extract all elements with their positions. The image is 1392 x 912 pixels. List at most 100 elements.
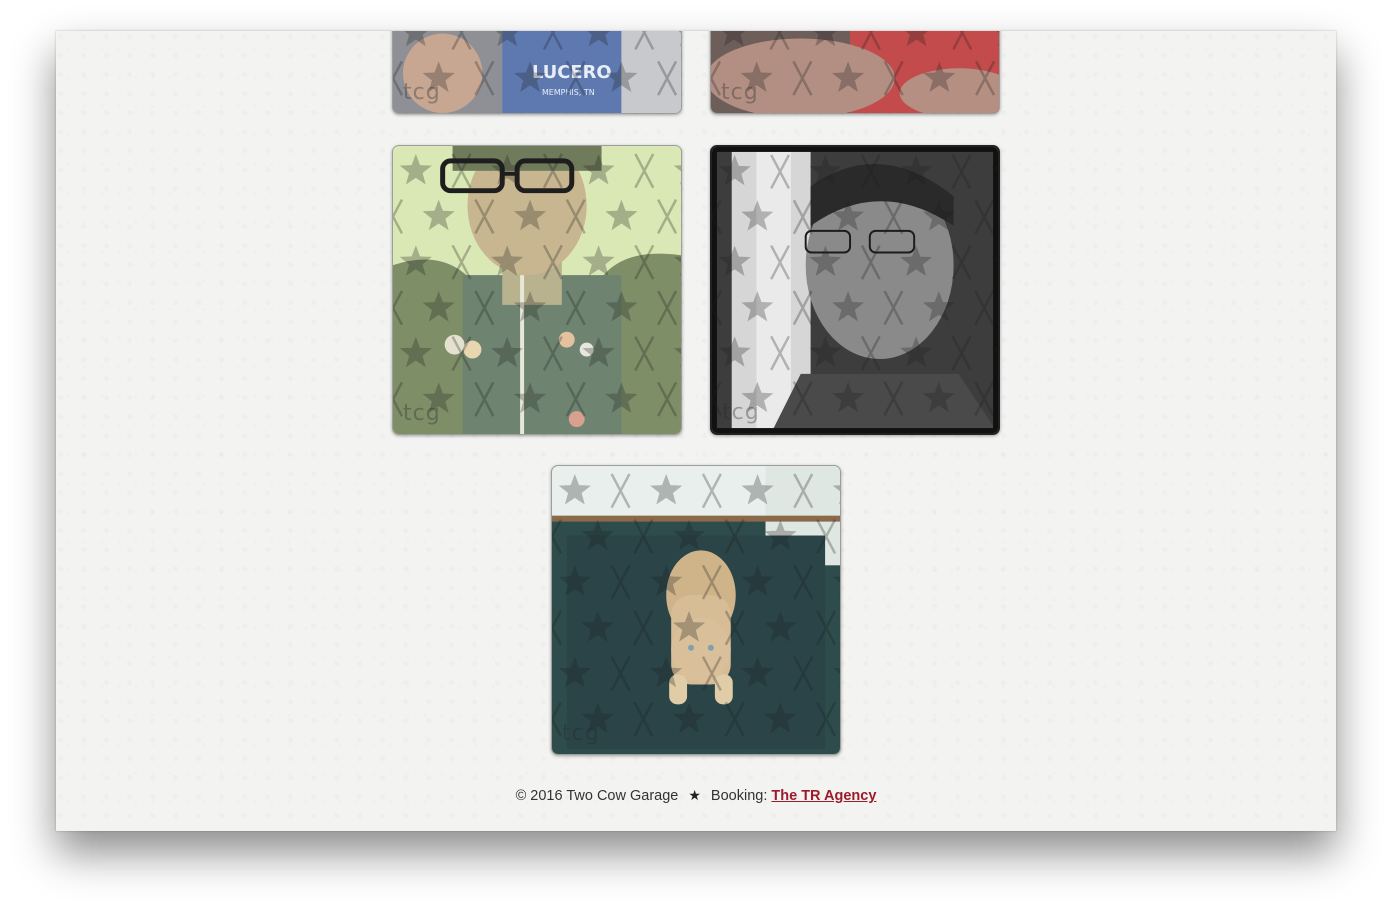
- pattern-x-icon: [974, 290, 995, 326]
- pattern-x-icon: [565, 199, 586, 234]
- pattern-star-icon: [672, 610, 706, 642]
- pattern-x-icon: [634, 244, 655, 280]
- pattern-star-icon: [605, 382, 638, 413]
- pattern-star-icon: [990, 256, 998, 276]
- pattern-x-icon: [951, 245, 972, 280]
- pattern-x-icon: [860, 335, 881, 371]
- pattern-star-icon: [923, 61, 956, 92]
- pattern-x-icon: [634, 153, 655, 189]
- pattern-x-icon: [451, 244, 472, 280]
- pattern-x-icon: [474, 290, 495, 326]
- booking-agency-link[interactable]: The TR Agency: [771, 788, 876, 804]
- pattern-x-icon: [793, 656, 814, 692]
- pattern-x-icon: [816, 519, 837, 554]
- pattern-star-icon: [672, 702, 706, 733]
- pattern-star-icon: [741, 290, 774, 322]
- pattern-x-icon: [542, 336, 563, 372]
- pattern-star-icon: [832, 576, 840, 596]
- watermark: tcg: [403, 80, 441, 105]
- pattern-star-icon: [764, 702, 797, 733]
- pattern-x-icon: [542, 153, 563, 189]
- pattern-x-icon: [792, 60, 813, 96]
- pattern-x-icon: [393, 199, 404, 234]
- pattern-star-icon: [718, 245, 751, 276]
- pattern-star-icon: [399, 153, 432, 185]
- pattern-star-icon: [513, 382, 547, 413]
- pattern-x-icon: [451, 31, 472, 51]
- pattern-x-icon: [860, 31, 881, 51]
- pattern-x-icon: [657, 290, 678, 326]
- pattern-star-icon: [673, 165, 681, 185]
- copyright-text: © 2016 Two Cow Garage: [515, 788, 679, 804]
- pattern-x-icon: [724, 701, 745, 737]
- pattern-x-icon: [975, 60, 996, 96]
- pattern-x-icon: [712, 290, 722, 326]
- pattern-x-icon: [657, 199, 678, 234]
- pattern-star-icon: [582, 245, 615, 276]
- gallery-photo[interactable]: LUCERO MEMPHIS, TN tcg: [392, 31, 682, 114]
- pattern-x-icon: [657, 60, 678, 96]
- pattern-x-icon: [770, 335, 791, 371]
- pattern-star-icon: [491, 245, 524, 276]
- pattern-star-icon: [399, 245, 432, 276]
- pattern-x-icon: [952, 31, 973, 51]
- pattern-x-icon: [474, 381, 495, 417]
- pattern-x-icon: [565, 381, 586, 417]
- pattern-x-icon: [883, 381, 904, 416]
- watermark: tcg: [403, 401, 441, 426]
- pattern-star-icon: [718, 154, 751, 186]
- pattern-x-icon: [792, 199, 813, 235]
- pattern-star-icon: [558, 473, 591, 505]
- pattern-star-icon: [990, 166, 998, 186]
- pattern-star-icon: [673, 347, 681, 368]
- pattern-x-icon: [712, 381, 722, 416]
- pattern-x-icon: [552, 610, 563, 646]
- pattern-x-icon: [552, 701, 563, 737]
- pattern-star-icon: [990, 347, 998, 367]
- pattern-star-icon: [399, 336, 432, 368]
- pattern-x-icon: [816, 701, 837, 737]
- pattern-star-icon: [741, 656, 774, 688]
- pattern-star-icon: [741, 200, 774, 231]
- pattern-x-icon: [633, 610, 654, 646]
- pattern-star-icon: [832, 290, 865, 322]
- pattern-x-icon: [633, 701, 654, 737]
- pattern-x-icon: [724, 610, 745, 646]
- gallery-photo[interactable]: tcg: [710, 145, 1000, 435]
- pattern-star-icon: [996, 31, 999, 47]
- pattern-star-icon: [832, 381, 865, 413]
- pattern-x-icon: [793, 564, 814, 600]
- pattern-x-icon: [951, 335, 972, 371]
- pattern-x-icon: [792, 290, 813, 326]
- pattern-x-icon: [451, 153, 472, 189]
- watermark: tcg: [722, 400, 760, 425]
- pattern-star-icon: [650, 656, 683, 688]
- pattern-star-icon: [513, 290, 547, 322]
- pattern-x-icon: [860, 245, 881, 280]
- gallery-photo[interactable]: tcg: [551, 465, 841, 755]
- pattern-x-icon: [724, 519, 745, 554]
- pattern-x-icon: [793, 473, 814, 509]
- gallery-photo[interactable]: tcg: [392, 145, 682, 435]
- pattern-x-icon: [883, 60, 904, 96]
- pattern-x-icon: [633, 519, 654, 554]
- pattern-star-icon: [513, 199, 547, 231]
- pattern-x-icon: [610, 656, 631, 692]
- pattern-x-icon: [610, 564, 631, 600]
- pattern-x-icon: [883, 290, 904, 326]
- pattern-x-icon: [701, 564, 722, 600]
- pattern-star-icon: [605, 61, 638, 92]
- gallery-photo[interactable]: tcg: [710, 31, 1000, 114]
- pattern-star-icon: [718, 336, 751, 367]
- pattern-star-icon: [678, 31, 681, 47]
- pattern-star-icon: [922, 290, 955, 322]
- pattern-star-icon: [900, 336, 933, 367]
- pattern-star-icon: [809, 245, 842, 276]
- pattern-x-icon: [792, 381, 813, 416]
- pattern-x-icon: [634, 31, 655, 51]
- pattern-star-icon: [491, 336, 524, 368]
- pattern-x-icon: [816, 610, 837, 646]
- pattern-star-icon: [922, 381, 955, 413]
- pattern-x-icon: [769, 31, 790, 51]
- pattern-star-icon: [741, 473, 774, 505]
